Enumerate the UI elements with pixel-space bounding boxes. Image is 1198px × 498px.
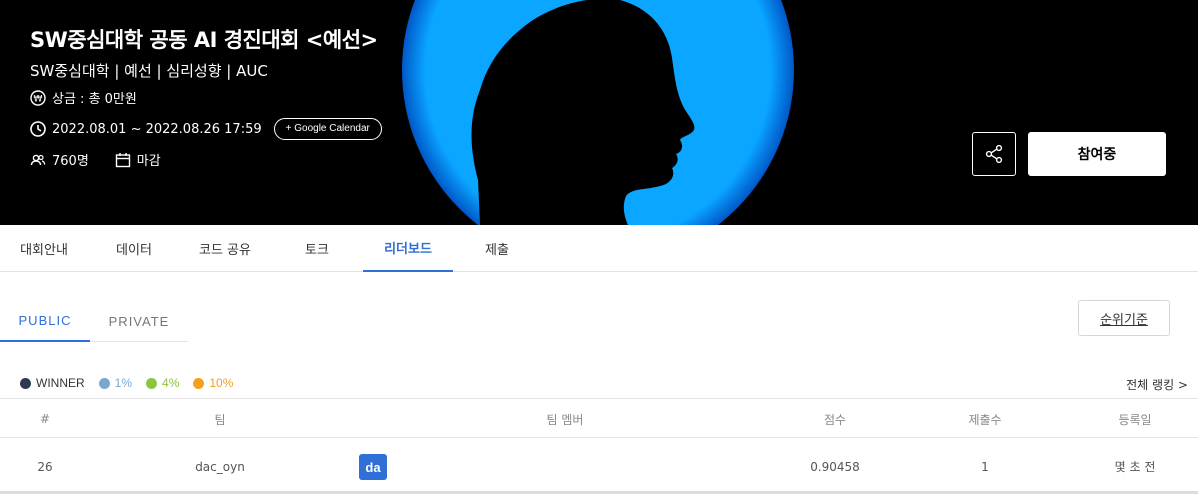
competition-tabs: 대회안내 데이터 코드 공유 토크 리더보드 제출 bbox=[0, 225, 1198, 272]
google-calendar-button[interactable]: + Google Calendar bbox=[273, 118, 382, 140]
col-team: 팀 bbox=[214, 412, 226, 427]
legend-label: 4% bbox=[162, 376, 180, 390]
tab-leaderboard[interactable]: 리더보드 bbox=[363, 225, 453, 272]
tab-public[interactable]: PUBLIC bbox=[0, 300, 90, 342]
row-submissions: 1 bbox=[981, 459, 989, 474]
rank-criteria-button[interactable]: 순위기준 bbox=[1078, 300, 1170, 336]
member-avatar[interactable]: da bbox=[359, 454, 387, 480]
competition-subtitle: SW중심대학 | 예선 | 심리성향 | AUC bbox=[30, 62, 268, 80]
table-row[interactable]: 26 dac_oyn da 0.90458 1 몇 초 전 bbox=[0, 439, 1198, 494]
rank-legend: WINNER 1% 4% 10% bbox=[20, 376, 247, 390]
legend-dot bbox=[98, 377, 110, 389]
prize-text: 상금 : 총 0만원 bbox=[52, 92, 137, 107]
svg-text:₩: ₩ bbox=[34, 94, 43, 104]
period-row: 2022.08.01 ~ 2022.08.26 17:59 + Google C… bbox=[30, 118, 382, 140]
col-date: 등록일 bbox=[1118, 412, 1152, 427]
tab-talk[interactable]: 토크 bbox=[285, 225, 349, 272]
tab-submit[interactable]: 제출 bbox=[470, 225, 524, 272]
legend-4pct: 4% bbox=[146, 376, 179, 390]
tab-private[interactable]: PRIVATE bbox=[90, 300, 188, 342]
all-ranking-link[interactable]: 전체 랭킹 > bbox=[1126, 376, 1188, 393]
col-members: 팀 멤버 bbox=[546, 412, 584, 427]
legend-10pct: 10% bbox=[193, 376, 233, 390]
participants-count: 760명 bbox=[52, 154, 89, 169]
period-text: 2022.08.01 ~ 2022.08.26 17:59 bbox=[52, 121, 262, 137]
leaderboard-subtabs: PUBLIC PRIVATE bbox=[0, 300, 188, 342]
legend-dot bbox=[146, 377, 158, 389]
won-icon: ₩ bbox=[30, 89, 46, 106]
row-date: 몇 초 전 bbox=[1114, 460, 1156, 474]
legend-dot bbox=[193, 377, 205, 389]
stats-row: 760명 마감 bbox=[30, 150, 161, 169]
tab-data[interactable]: 데이터 bbox=[95, 225, 173, 272]
clock-icon bbox=[30, 121, 46, 137]
legend-label: WINNER bbox=[36, 376, 85, 390]
competition-title: SW중심대학 공동 AI 경진대회 <예선> bbox=[30, 28, 378, 52]
people-icon bbox=[30, 152, 46, 168]
col-submissions: 제출수 bbox=[968, 412, 1002, 427]
row-score: 0.90458 bbox=[810, 459, 860, 474]
row-team[interactable]: dac_oyn bbox=[170, 439, 270, 494]
prize-row: ₩ 상금 : 총 0만원 bbox=[30, 88, 137, 107]
legend-label: 10% bbox=[209, 376, 234, 390]
row-rank: 26 bbox=[37, 459, 53, 474]
legend-1pct: 1% bbox=[98, 376, 133, 390]
join-button[interactable]: 참여중 bbox=[1028, 132, 1166, 176]
col-rank: # bbox=[39, 412, 51, 426]
share-button[interactable] bbox=[972, 132, 1016, 176]
share-icon bbox=[985, 144, 1003, 164]
calendar-icon bbox=[115, 152, 131, 168]
legend-dot bbox=[20, 377, 31, 389]
tab-code-share[interactable]: 코드 공유 bbox=[180, 225, 270, 272]
legend-label: 1% bbox=[114, 376, 133, 390]
competition-banner: SW중심대학 공동 AI 경진대회 <예선> SW중심대학 | 예선 | 심리성… bbox=[0, 0, 1198, 225]
competition-status: 마감 bbox=[136, 154, 161, 169]
legend-winner: WINNER bbox=[20, 376, 85, 390]
leaderboard-header: # 팀 팀 멤버 점수 제출수 등록일 bbox=[0, 398, 1198, 438]
col-score: 점수 bbox=[823, 412, 847, 427]
tab-overview[interactable]: 대회안내 bbox=[0, 225, 88, 272]
